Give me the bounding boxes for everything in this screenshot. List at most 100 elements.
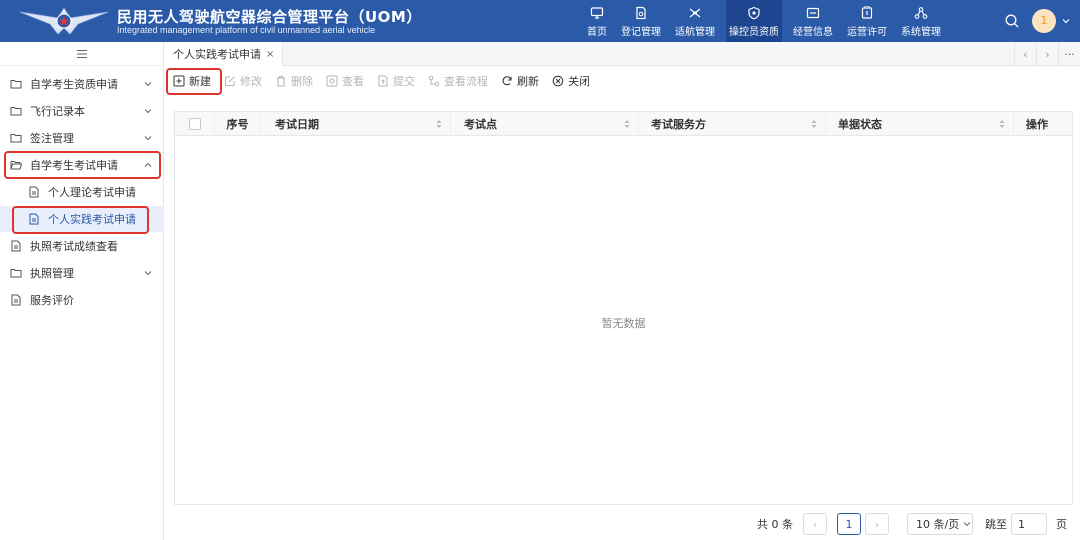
- highlight-box: [12, 206, 149, 234]
- page-size-select[interactable]: 10 条/页: [907, 513, 973, 535]
- nav-operator-qualification[interactable]: 操控员资质: [726, 0, 782, 42]
- nav-label: 首页: [587, 27, 607, 38]
- app-subtitle: Integrated management platform of civil …: [117, 25, 376, 35]
- page-number-button[interactable]: 1: [837, 513, 861, 535]
- delete-button[interactable]: 删除: [275, 73, 313, 89]
- sidebar-item-label: 执照管理: [30, 267, 74, 280]
- chevron-down-icon[interactable]: [1062, 17, 1070, 25]
- sidebar-item-license-management[interactable]: 执照管理: [0, 260, 164, 286]
- chevron-down-icon: [144, 82, 152, 87]
- refresh-button-label: 刷新: [517, 75, 539, 88]
- nav-operation-permit[interactable]: 运营许可: [844, 0, 890, 42]
- chevron-down-icon: [144, 136, 152, 141]
- folder-icon: [10, 269, 22, 278]
- submit-button[interactable]: 提交: [377, 73, 415, 89]
- chevron-right-icon[interactable]: ›: [1036, 42, 1058, 66]
- network-icon: [914, 7, 928, 19]
- sort-icon: [811, 120, 817, 128]
- delete-button-label: 删除: [291, 75, 313, 88]
- monitor-icon: [590, 7, 604, 19]
- refresh-button[interactable]: 刷新: [501, 73, 539, 89]
- tab-label: 个人实践考试申请: [173, 48, 261, 61]
- user-avatar[interactable]: 1: [1032, 9, 1056, 33]
- nav-label: 运营许可: [847, 27, 887, 38]
- refresh-icon: [502, 76, 512, 86]
- chevron-down-icon: [144, 271, 152, 276]
- page-unit-label: 页: [1056, 518, 1067, 531]
- trash-icon: [277, 76, 285, 87]
- view-flow-button-label: 查看流程: [444, 75, 488, 88]
- shield-icon: [748, 6, 760, 20]
- column-header-provider[interactable]: 考试服务方: [639, 112, 826, 136]
- nav-airworthiness[interactable]: 适航管理: [672, 0, 718, 42]
- view-icon: [326, 75, 338, 87]
- close-icon[interactable]: ×: [266, 49, 274, 60]
- prev-page-button[interactable]: ‹: [803, 513, 827, 535]
- select-all-cell: [175, 112, 215, 136]
- sidebar-item-exam-results[interactable]: 执照考试成绩查看: [0, 233, 164, 259]
- sidebar-item-service-rating[interactable]: 服务评价: [0, 287, 164, 313]
- highlight-box: [4, 151, 161, 179]
- table-header: 序号 考试日期 考试点 考试服务方 单据状态 操作: [175, 112, 1072, 136]
- doc-search-icon: [636, 6, 646, 20]
- pagination: 共 0 条 ‹ 1 › 10 条/页 跳至 1 页: [757, 512, 1067, 536]
- view-button-label: 查看: [342, 75, 364, 88]
- edit-icon: [225, 76, 235, 86]
- column-header-actions: 操作: [1026, 118, 1048, 131]
- nav-home[interactable]: 首页: [584, 0, 610, 42]
- caac-logo-icon: [19, 7, 109, 35]
- view-button[interactable]: 查看: [326, 73, 364, 89]
- submit-icon: [378, 75, 388, 87]
- edit-button-label: 修改: [240, 75, 262, 88]
- sidebar-item-endorsement[interactable]: 签注管理: [0, 125, 164, 151]
- nav-label: 适航管理: [675, 27, 715, 38]
- more-icon[interactable]: ···: [1058, 42, 1080, 66]
- sidebar-item-label: 执照考试成绩查看: [30, 240, 118, 253]
- data-table: 序号 考试日期 考试点 考试服务方 单据状态 操作 暂无数据: [174, 111, 1073, 505]
- view-flow-button[interactable]: 查看流程: [428, 73, 488, 89]
- hamburger-icon: [76, 49, 87, 58]
- nav-label: 操控员资质: [729, 27, 779, 38]
- submit-button-label: 提交: [393, 75, 415, 88]
- sort-icon: [999, 120, 1005, 128]
- column-header-status[interactable]: 单据状态: [826, 112, 1014, 136]
- flow-icon: [428, 75, 440, 87]
- nav-label: 经营信息: [793, 27, 833, 38]
- document-icon: [11, 294, 21, 306]
- top-header: 民用无人驾驶航空器综合管理平台（UOM） Integrated manageme…: [0, 0, 1080, 42]
- next-page-button[interactable]: ›: [865, 513, 889, 535]
- sidebar-item-label: 服务评价: [30, 294, 74, 307]
- column-header-exam-site[interactable]: 考试点: [451, 112, 639, 136]
- sidebar-item-flight-logbook[interactable]: 飞行记录本: [0, 98, 164, 124]
- document-icon: [11, 240, 21, 252]
- search-icon[interactable]: [1004, 13, 1020, 29]
- empty-state-text: 暂无数据: [601, 317, 646, 330]
- tab-bar: 个人实践考试申请 × ‹ › ···: [165, 42, 1080, 66]
- goto-label: 跳至: [985, 518, 1007, 531]
- sidebar-item-theory-exam[interactable]: 个人理论考试申请: [0, 179, 164, 205]
- edit-button[interactable]: 修改: [224, 73, 262, 89]
- tab-practical-exam[interactable]: 个人实践考试申请 ×: [165, 42, 284, 66]
- drone-icon: [689, 8, 701, 18]
- top-nav: 首页 登记管理 适航管理 操控员资质 经营信息 运营许可 系统管理: [580, 0, 948, 42]
- sidebar: 自学考生资质申请 飞行记录本 签注管理 自学考生考试申请 个人理论考试申请 个人…: [0, 42, 164, 540]
- select-all-checkbox[interactable]: [188, 118, 201, 130]
- folder-icon: [10, 107, 22, 116]
- sort-icon: [624, 120, 630, 128]
- sidebar-item-label: 签注管理: [30, 132, 74, 145]
- nav-registration[interactable]: 登记管理: [618, 0, 664, 42]
- sidebar-item-self-study-qualification[interactable]: 自学考生资质申请: [0, 71, 164, 97]
- sidebar-item-label: 自学考生资质申请: [30, 78, 118, 91]
- close-circle-icon: [552, 75, 564, 87]
- close-button-label: 关闭: [568, 75, 590, 88]
- total-count: 共 0 条: [757, 518, 793, 531]
- app-title: 民用无人驾驶航空器综合管理平台（UOM）: [117, 8, 422, 26]
- column-header-exam-date[interactable]: 考试日期: [261, 112, 451, 136]
- chevron-down-icon: [963, 522, 971, 527]
- close-button[interactable]: 关闭: [552, 73, 590, 89]
- goto-page-input[interactable]: 1: [1011, 513, 1047, 535]
- nav-business-info[interactable]: 经营信息: [790, 0, 836, 42]
- sidebar-collapse-toggle[interactable]: [0, 42, 163, 66]
- chevron-left-icon[interactable]: ‹: [1014, 42, 1036, 66]
- nav-system-management[interactable]: 系统管理: [898, 0, 944, 42]
